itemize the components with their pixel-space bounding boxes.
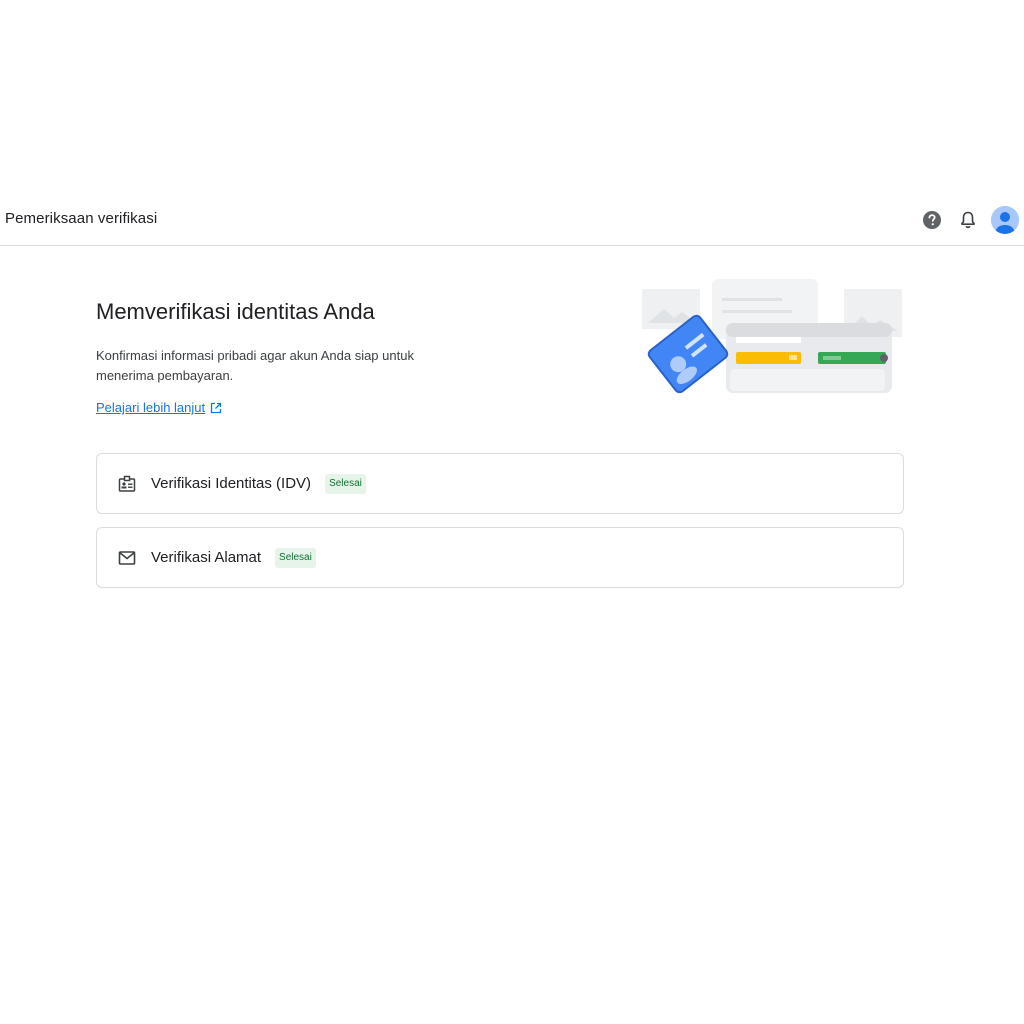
learn-more-label: Pelajari lebih lanjut <box>96 400 206 415</box>
item-label: Verifikasi Alamat <box>151 549 262 566</box>
bell-icon[interactable] <box>955 207 981 233</box>
section-description: Konfirmasi informasi pribadi agar akun A… <box>96 348 414 383</box>
intro-section: Memverifikasi identitas Anda Konfirmasi … <box>96 296 516 417</box>
avatar[interactable] <box>991 206 1019 234</box>
status-badge: Selesai <box>275 547 316 568</box>
page-title: Pemeriksaan verifikasi <box>5 210 158 227</box>
learn-more-link[interactable]: Pelajari lebih lanjut <box>96 400 222 415</box>
external-link-icon <box>210 402 222 413</box>
wallet-illustration <box>640 276 904 396</box>
id-card-icon <box>117 474 137 494</box>
status-badge: Selesai <box>325 473 366 494</box>
identity-verification-card[interactable]: Verifikasi Identitas (IDV) Selesai <box>96 453 904 514</box>
item-label: Verifikasi Identitas (IDV) <box>151 475 312 492</box>
mail-icon <box>117 548 137 568</box>
top-app-bar: Pemeriksaan verifikasi <box>0 195 1024 246</box>
header-actions <box>919 206 1019 234</box>
address-verification-card[interactable]: Verifikasi Alamat Selesai <box>96 527 904 588</box>
section-heading: Memverifikasi identitas Anda <box>96 299 375 324</box>
help-icon[interactable] <box>919 207 945 233</box>
